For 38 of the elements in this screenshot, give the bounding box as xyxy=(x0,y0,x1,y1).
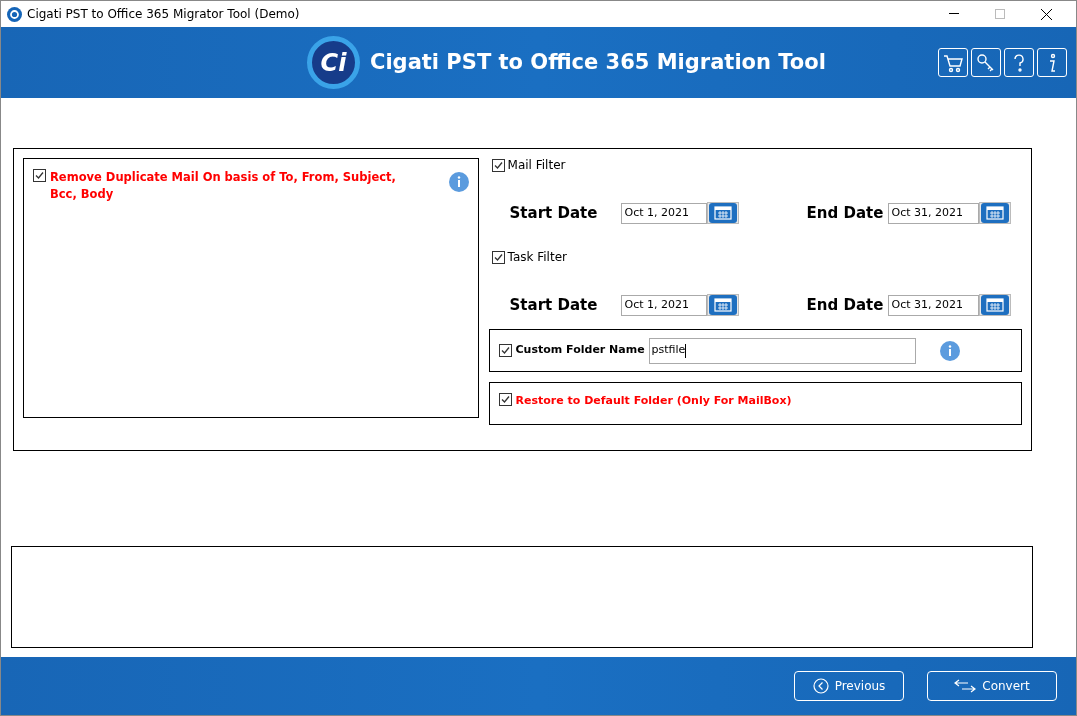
convert-button[interactable]: Convert xyxy=(927,671,1057,701)
start-date-field[interactable]: Oct 1, 2021 xyxy=(620,294,707,316)
logo-badge: Ci xyxy=(307,36,360,89)
info-icon[interactable] xyxy=(939,340,960,361)
restore-option-label: Restore to Default Folder (Only For MailBox) xyxy=(515,393,792,409)
header-title: Cigati PST to Office 365 Migration Tool xyxy=(370,48,826,76)
folder-name-field[interactable]: pstfile xyxy=(648,337,916,364)
calendar-button[interactable] xyxy=(706,294,739,316)
start-date-label: Start Date xyxy=(509,294,599,316)
app-logo-icon xyxy=(7,6,22,22)
filter-label: Mail Filter xyxy=(507,157,566,174)
window-title: Cigati PST to Office 365 Migrator Tool (Demo) xyxy=(27,6,300,23)
duplicate-option-label: Remove Duplicate Mail On basis of To, From, Subject, Bcc, Body xyxy=(50,169,397,204)
end-date-field[interactable]: Oct 31, 2021 xyxy=(887,294,979,316)
start-date-field[interactable]: Oct 1, 2021 xyxy=(620,202,707,224)
checkbox[interactable] xyxy=(498,344,512,357)
checkbox[interactable] xyxy=(498,393,512,406)
checkbox[interactable] xyxy=(491,250,505,264)
calendar-button[interactable] xyxy=(706,202,739,224)
end-date-label: End Date xyxy=(806,202,885,224)
key-icon[interactable] xyxy=(971,48,1001,77)
chevron-left-icon xyxy=(812,678,829,694)
help-icon[interactable] xyxy=(1004,48,1034,77)
close-icon[interactable] xyxy=(1041,8,1052,20)
checkbox[interactable] xyxy=(33,169,46,182)
info-icon[interactable] xyxy=(1037,48,1067,77)
swap-arrows-icon xyxy=(954,679,977,693)
calendar-button[interactable] xyxy=(978,202,1011,224)
start-date-label: Start Date xyxy=(509,202,599,224)
cart-icon[interactable] xyxy=(938,48,968,77)
end-date-field[interactable]: Oct 31, 2021 xyxy=(887,202,979,224)
info-icon[interactable] xyxy=(448,172,469,192)
previous-button[interactable]: Previous xyxy=(794,671,904,701)
end-date-label: End Date xyxy=(806,294,885,316)
custom-folder-label: Custom Folder Name xyxy=(515,342,646,359)
checkbox[interactable] xyxy=(491,158,505,172)
filter-label: Task Filter xyxy=(507,249,567,266)
calendar-button[interactable] xyxy=(978,294,1011,316)
